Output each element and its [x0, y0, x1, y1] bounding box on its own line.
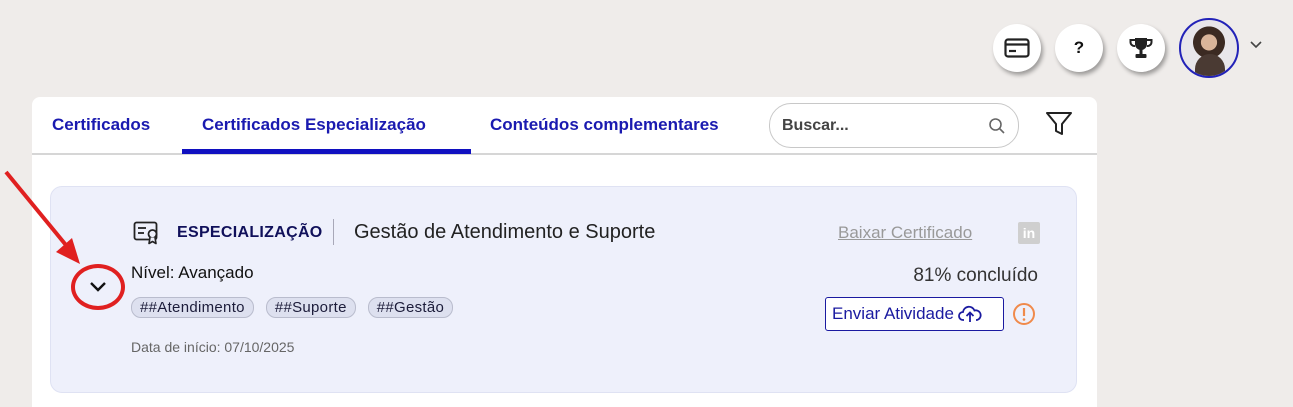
start-date: Data de início: 07/10/2025 [131, 339, 295, 355]
tab-certificados[interactable]: Certificados [52, 115, 150, 135]
credit-card-icon [1004, 38, 1030, 58]
cloud-upload-icon [958, 305, 982, 322]
linkedin-icon[interactable]: in [1018, 222, 1040, 244]
trophy-icon [1129, 38, 1153, 58]
achievements-button[interactable] [1117, 24, 1165, 72]
tag-list: ##Atendimento ##Suporte ##Gestão [131, 297, 454, 318]
chevron-down-icon [90, 282, 106, 292]
active-tab-indicator [182, 149, 471, 154]
expand-card-button[interactable] [71, 264, 125, 310]
send-activity-button[interactable]: Enviar Atividade [825, 297, 1004, 331]
progress-label: 81% concluído [913, 265, 1038, 286]
send-activity-label: Enviar Atividade [832, 304, 954, 323]
main-panel: Certificados Certificados Especialização… [32, 97, 1097, 407]
help-icon: ? [1073, 38, 1085, 57]
tab-certificados-especializacao[interactable]: Certificados Especialização [202, 115, 426, 135]
tab-conteudos-complementares[interactable]: Conteúdos complementares [490, 115, 719, 135]
avatar-figure [1195, 54, 1225, 76]
search-input[interactable] [782, 114, 982, 138]
course-level: Nível: Avançado [131, 263, 254, 282]
certificate-card: ESPECIALIZAÇÃO Gestão de Atendimento e S… [50, 186, 1077, 393]
course-title: Gestão de Atendimento e Suporte [354, 221, 656, 243]
user-avatar[interactable] [1179, 18, 1239, 78]
search-box [769, 103, 1019, 148]
download-certificate-link[interactable]: Baixar Certificado [838, 223, 972, 243]
filter-icon[interactable] [1045, 110, 1073, 138]
tab-bar: Certificados Certificados Especialização… [32, 97, 1097, 155]
certificate-icon [133, 221, 158, 245]
tag-item: ##Gestão [367, 297, 454, 318]
chevron-down-icon[interactable] [1249, 40, 1263, 50]
warning-icon[interactable] [1012, 302, 1036, 326]
title-divider [333, 219, 334, 245]
tag-item: ##Suporte [265, 297, 356, 318]
payment-card-button[interactable] [993, 24, 1041, 72]
certificate-type-label: ESPECIALIZAÇÃO [177, 224, 323, 241]
tag-item: ##Atendimento [131, 297, 254, 318]
search-icon[interactable] [988, 117, 1006, 135]
help-button[interactable]: ? [1055, 24, 1103, 72]
